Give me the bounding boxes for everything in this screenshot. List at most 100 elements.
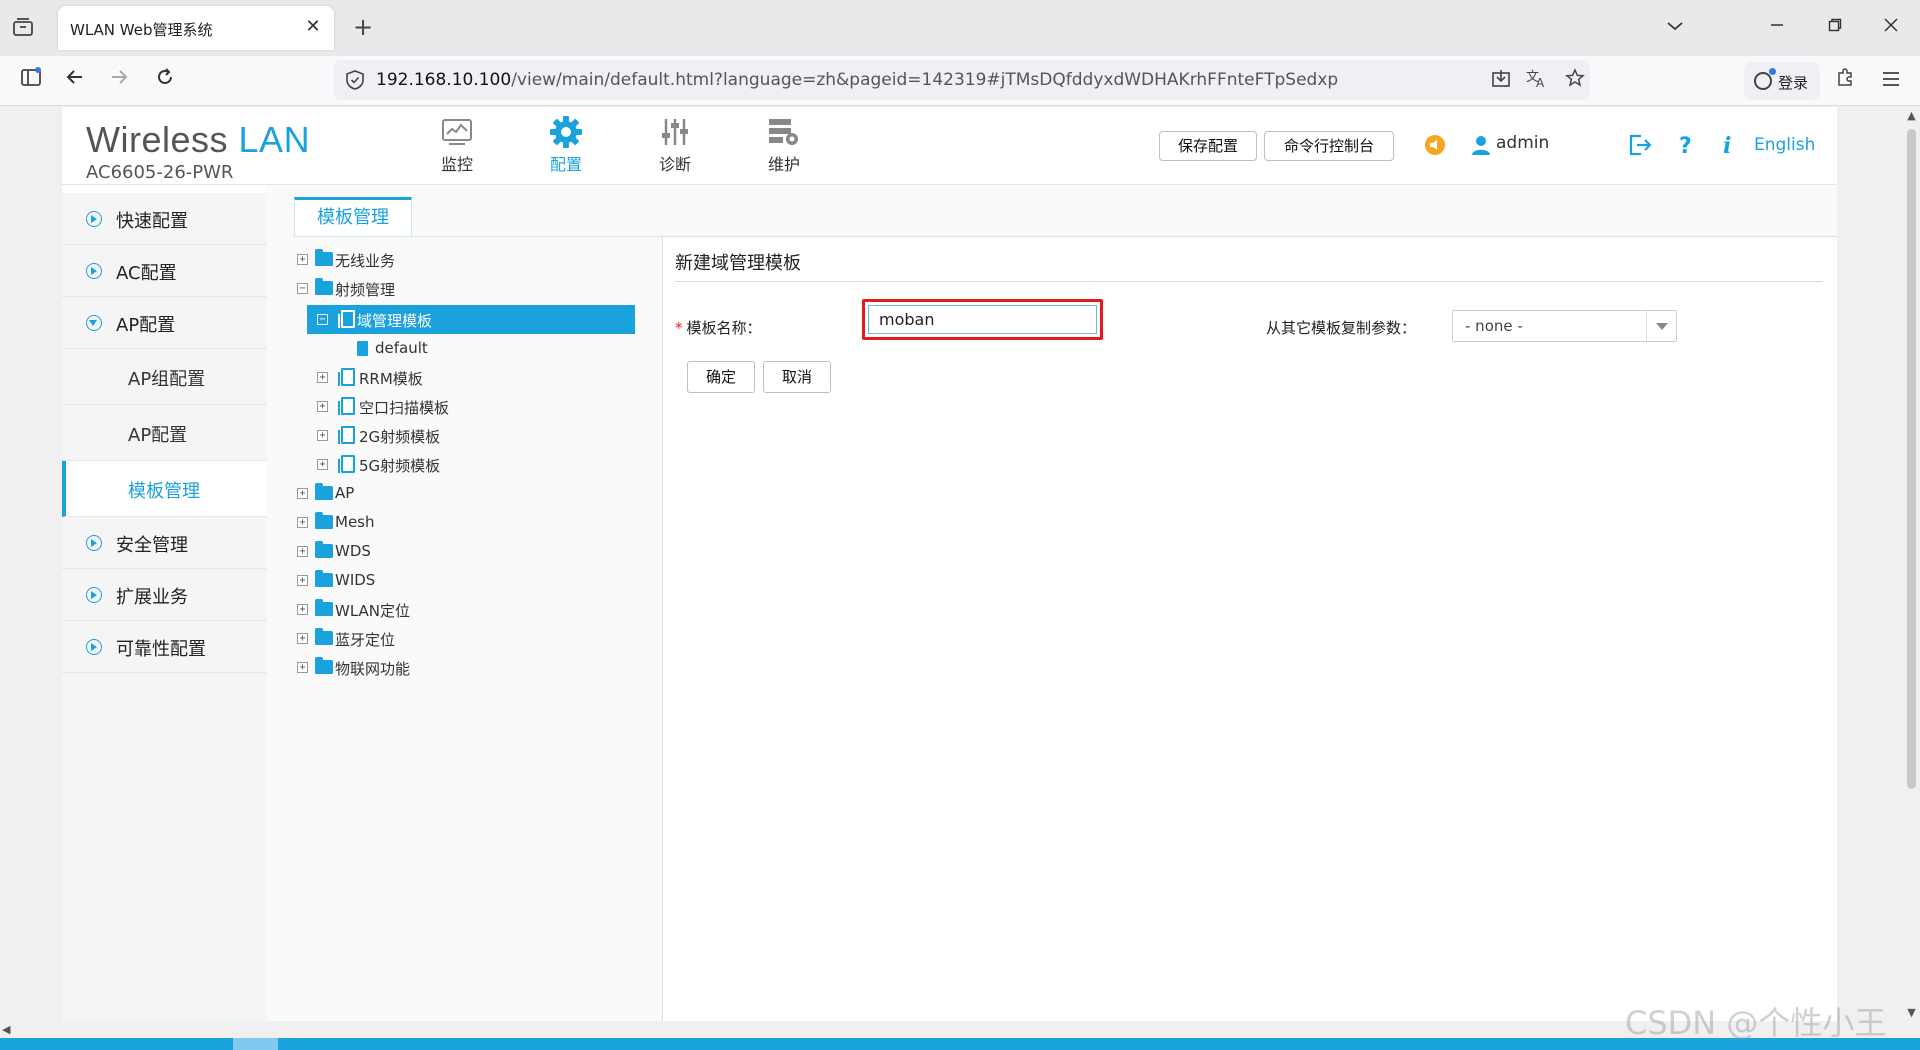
login-button[interactable]: 登录 bbox=[1744, 62, 1820, 100]
scrollbar-thumb[interactable] bbox=[1907, 129, 1916, 789]
folder-icon bbox=[315, 249, 333, 266]
expand-plus-icon[interactable]: + bbox=[297, 575, 308, 586]
expand-plus-icon[interactable]: + bbox=[317, 430, 328, 441]
expand-circle-icon bbox=[86, 639, 102, 655]
alarm-speaker-icon[interactable] bbox=[1424, 134, 1448, 158]
tab-template-management[interactable]: 模板管理 bbox=[294, 197, 412, 237]
tree-node-label: 物联网功能 bbox=[335, 660, 411, 678]
save-config-button[interactable]: 保存配置 bbox=[1159, 131, 1257, 161]
cancel-button[interactable]: 取消 bbox=[763, 361, 831, 393]
nav-maintenance[interactable]: 维护 bbox=[744, 113, 824, 179]
folder-icon bbox=[315, 570, 333, 587]
expand-plus-icon[interactable]: + bbox=[297, 546, 308, 557]
back-arrow-icon[interactable] bbox=[60, 66, 90, 96]
monitor-icon bbox=[417, 113, 497, 151]
tree-node-mesh[interactable]: + Mesh bbox=[297, 510, 597, 536]
sidebar-subitem-ap-config[interactable]: AP配置 bbox=[62, 405, 267, 461]
new-tab-button[interactable]: + bbox=[350, 14, 376, 40]
expand-circle-icon bbox=[86, 211, 102, 227]
tree-node-ap[interactable]: + AP bbox=[297, 481, 597, 507]
nav-diagnose-label: 诊断 bbox=[658, 155, 691, 174]
browser-tab-active[interactable]: WLAN Web管理系统 ✕ bbox=[58, 6, 334, 50]
expand-plus-icon[interactable]: + bbox=[297, 633, 308, 644]
forward-arrow-icon[interactable] bbox=[104, 66, 134, 96]
sidebar-subitem-label: AP组配置 bbox=[128, 369, 206, 390]
expand-plus-icon[interactable]: + bbox=[317, 401, 328, 412]
tree-node-wids[interactable]: + WIDS bbox=[297, 568, 597, 594]
tree-node-air-scan-template[interactable]: + 空口扫描模板 bbox=[317, 394, 617, 420]
close-tab-icon[interactable]: ✕ bbox=[302, 16, 324, 38]
expand-plus-icon[interactable]: + bbox=[297, 488, 308, 499]
close-window-icon[interactable] bbox=[1876, 14, 1906, 40]
nav-config[interactable]: 配置 bbox=[526, 113, 606, 179]
tree-node-bluetooth-location[interactable]: + 蓝牙定位 bbox=[297, 626, 597, 652]
nav-monitor-label: 监控 bbox=[440, 155, 473, 174]
scroll-down-arrow-icon[interactable]: ▼ bbox=[1903, 1004, 1920, 1021]
confirm-button[interactable]: 确定 bbox=[687, 361, 755, 393]
translate-icon[interactable]: 文A bbox=[1524, 68, 1550, 94]
folder-icon bbox=[315, 278, 333, 295]
expand-plus-icon[interactable]: + bbox=[297, 604, 308, 615]
tree-node-5g-radio-template[interactable]: +5G射频模板 bbox=[317, 452, 617, 478]
expand-plus-icon[interactable]: + bbox=[317, 372, 328, 383]
nav-diagnose[interactable]: 诊断 bbox=[635, 113, 715, 179]
tree-node-radio-management[interactable]: − 射频管理 bbox=[297, 276, 597, 302]
sidebar-item-label: AP配置 bbox=[116, 315, 176, 336]
sidebar-item-ac-config[interactable]: AC配置 bbox=[62, 245, 267, 297]
expand-plus-icon[interactable]: + bbox=[297, 254, 308, 265]
favorite-star-icon[interactable] bbox=[1562, 68, 1588, 94]
tree-node-iot[interactable]: + 物联网功能 bbox=[297, 655, 597, 681]
scroll-left-arrow-icon[interactable]: ◀ bbox=[2, 1021, 16, 1038]
tab-list-icon[interactable] bbox=[12, 16, 38, 40]
sidebar-item-security[interactable]: 安全管理 bbox=[62, 517, 267, 569]
logout-icon[interactable] bbox=[1629, 134, 1653, 158]
minimize-window-icon[interactable] bbox=[1762, 14, 1792, 40]
install-app-icon[interactable] bbox=[1488, 68, 1514, 94]
tree-node-default[interactable]: default bbox=[357, 336, 557, 362]
tab-overflow-chevron-icon[interactable] bbox=[1660, 14, 1690, 40]
template-tree: + 无线业务 − 射频管理 − 域管理模板 default + RRM模板 + 空口扫描模… bbox=[297, 237, 657, 1021]
wlan-web-app: Wireless LAN AC6605-26-PWR 监控 配置 诊断 维护 保… bbox=[62, 107, 1837, 1021]
sidebar-item-ap-config[interactable]: AP配置 bbox=[62, 297, 267, 349]
horizontal-scrollbar[interactable]: ◀ bbox=[0, 1021, 1903, 1038]
tree-node-rrm-template[interactable]: + RRM模板 bbox=[317, 365, 617, 391]
tree-node-label: 无线业务 bbox=[335, 252, 396, 270]
sidebar-subitem-ap-group-config[interactable]: AP组配置 bbox=[62, 349, 267, 405]
expand-plus-icon[interactable]: + bbox=[297, 517, 308, 528]
collapse-minus-icon[interactable]: − bbox=[317, 314, 328, 325]
expand-plus-icon[interactable]: + bbox=[317, 459, 328, 470]
tree-node-label: AP bbox=[335, 484, 355, 502]
tree-node-wireless-service[interactable]: + 无线业务 bbox=[297, 247, 597, 273]
browser-tab-title: WLAN Web管理系统 bbox=[70, 21, 213, 39]
tree-node-wds[interactable]: + WDS bbox=[297, 539, 597, 565]
scroll-up-arrow-icon[interactable]: ▲ bbox=[1903, 107, 1920, 124]
expand-circle-icon bbox=[86, 535, 102, 551]
cli-console-button[interactable]: 命令行控制台 bbox=[1264, 131, 1394, 161]
sidebar-item-extended-services[interactable]: 扩展业务 bbox=[62, 569, 267, 621]
reload-icon[interactable] bbox=[150, 66, 180, 96]
new-domain-template-panel: 新建域管理模板 *模板名称： 从其它模板复制参数： - none - 确定 取消 bbox=[663, 237, 1837, 1021]
nav-monitor[interactable]: 监控 bbox=[417, 113, 497, 179]
menu-hamburger-icon[interactable] bbox=[1876, 66, 1906, 96]
language-switch-link[interactable]: English bbox=[1754, 135, 1815, 155]
tree-node-domain-template[interactable]: − 域管理模板 bbox=[307, 305, 635, 334]
help-question-icon[interactable]: ? bbox=[1675, 134, 1699, 159]
expand-plus-icon[interactable]: + bbox=[297, 662, 308, 673]
address-bar[interactable]: 192.168.10.100/view/main/default.html?la… bbox=[334, 60, 1590, 100]
sidebar-toggle-icon[interactable] bbox=[16, 66, 46, 96]
sidebar-item-reliability[interactable]: 可靠性配置 bbox=[62, 621, 267, 673]
info-icon[interactable]: i bbox=[1720, 133, 1744, 159]
tree-node-wlan-location[interactable]: + WLAN定位 bbox=[297, 597, 597, 623]
dropdown-arrow-icon[interactable] bbox=[1646, 311, 1676, 341]
collapse-minus-icon[interactable]: − bbox=[297, 283, 308, 294]
restore-window-icon[interactable] bbox=[1820, 14, 1850, 40]
tree-node-2g-radio-template[interactable]: +2G射频模板 bbox=[317, 423, 617, 449]
sidebar-subitem-template-management[interactable]: 模板管理 bbox=[62, 461, 267, 517]
extensions-puzzle-icon[interactable] bbox=[1830, 66, 1860, 96]
browser-nav-bar: 192.168.10.100/view/main/default.html?la… bbox=[0, 56, 1920, 106]
site-security-icon[interactable] bbox=[344, 69, 366, 91]
copy-from-template-select[interactable]: - none - bbox=[1452, 310, 1677, 342]
sidebar-item-quick-config[interactable]: 快速配置 bbox=[62, 193, 267, 245]
vertical-scrollbar[interactable]: ▲ ▼ bbox=[1903, 107, 1920, 1021]
template-name-input[interactable] bbox=[868, 305, 1097, 334]
